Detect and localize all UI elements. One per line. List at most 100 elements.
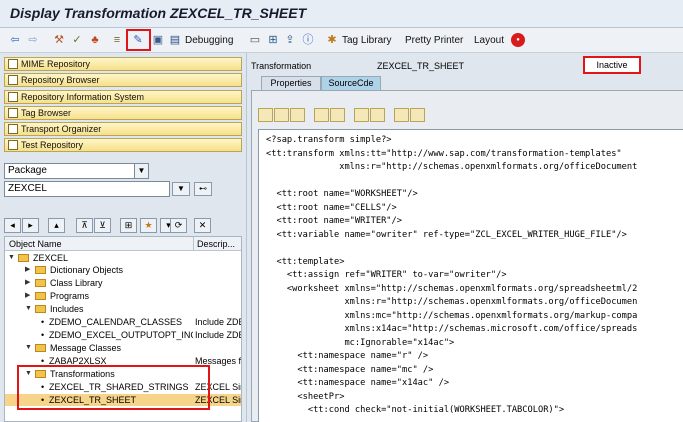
hierarchy-button[interactable]: ⊞: [120, 218, 137, 233]
download-icon[interactable]: [410, 108, 425, 122]
package-name-input[interactable]: ZEXCEL: [4, 181, 170, 197]
package-name-value: ZEXCEL: [8, 183, 47, 194]
code-line: <tt:namespace name="r" />: [266, 351, 429, 361]
tree-row-includes[interactable]: ▼ Includes: [5, 303, 241, 315]
expand-triangle-icon[interactable]: ▶: [25, 277, 30, 289]
document-icon: ▭: [249, 34, 261, 46]
tree-row-message-classes[interactable]: ▼ Message Classes: [5, 342, 241, 354]
expand-triangle-icon[interactable]: ▼: [8, 252, 15, 264]
tree-row-label: Dictionary Objects: [50, 265, 124, 275]
chevron-down-icon[interactable]: ▼: [134, 164, 148, 178]
nav-repository-information-system[interactable]: Repository Information System: [4, 90, 242, 104]
bullet-icon: •: [41, 317, 45, 327]
paste-icon[interactable]: [290, 108, 305, 122]
editor-pane: Transformation ZEXCEL_TR_SHEET Inactive …: [246, 53, 683, 422]
column-description[interactable]: Descrip...: [197, 239, 235, 249]
info-button[interactable]: ⓘ: [301, 32, 315, 48]
tag-library-label: Tag Library: [342, 34, 392, 46]
tree-row-label: ZDEMO_CALENDAR_CLASSES: [49, 317, 183, 327]
nav-repository-browser[interactable]: Repository Browser: [4, 73, 242, 87]
next-object-button[interactable]: ▸: [22, 218, 39, 233]
debug-icon: ▤: [169, 34, 181, 46]
tree-row-programs[interactable]: ▶ Programs: [5, 290, 241, 302]
where-used-button[interactable]: ≡: [110, 32, 124, 48]
debugging-button[interactable]: ▤ Debugging: [168, 32, 234, 48]
column-divider[interactable]: [193, 237, 194, 251]
object-type-value: Package: [8, 165, 47, 176]
bullet-icon: •: [41, 330, 45, 340]
up-level-button[interactable]: ▴: [48, 218, 65, 233]
status-text: Inactive: [596, 60, 628, 70]
expand-triangle-icon[interactable]: ▶: [25, 264, 30, 276]
refresh-button[interactable]: ⟳: [170, 218, 187, 233]
favorites-button[interactable]: ★: [140, 218, 157, 233]
upload-button[interactable]: ⇪: [283, 32, 297, 48]
hierarchy-icon: ⊞: [124, 220, 133, 230]
info-icon: ⓘ: [302, 34, 314, 46]
nav-test-repository[interactable]: Test Repository: [4, 138, 242, 152]
code-line: <tt:namespace name="mc" />: [266, 364, 434, 375]
tree-row-desc: Include ZDE: [195, 317, 242, 327]
tree-row-label: Message Classes: [50, 343, 122, 353]
find-next-icon[interactable]: [370, 108, 385, 122]
back-button[interactable]: ⇦: [8, 32, 22, 48]
expand-button[interactable]: ⊻: [94, 218, 111, 233]
source-code-editor[interactable]: <?sap.transform simple?> <tt:transform xm…: [258, 129, 683, 422]
expand-triangle-icon[interactable]: ▶: [25, 290, 30, 302]
display-button[interactable]: ⊷: [194, 182, 212, 196]
collapse-button[interactable]: ⊼: [76, 218, 93, 233]
find-icon[interactable]: [354, 108, 369, 122]
cut-icon[interactable]: [258, 108, 273, 122]
collapse-triangle-icon[interactable]: ▼: [25, 342, 32, 354]
undo-icon[interactable]: [314, 108, 329, 122]
hierarchy-view-button[interactable]: ⊞: [266, 32, 280, 48]
collapse-triangle-icon[interactable]: ▼: [25, 303, 32, 315]
nav-transport-organizer[interactable]: Transport Organizer: [4, 122, 242, 136]
redo-icon[interactable]: [330, 108, 345, 122]
debugging-label: Debugging: [185, 34, 234, 46]
tree-row-class-library[interactable]: ▶ Class Library: [5, 277, 241, 289]
editor-container: <?sap.transform simple?> <tt:transform xm…: [251, 90, 683, 422]
tree-row-label: ZEXCEL: [33, 253, 69, 263]
tag-library-button[interactable]: ✱ Tag Library: [325, 32, 391, 48]
code-line: <tt:namespace name="x14ac" />: [266, 378, 450, 388]
pretty-printer-button[interactable]: Pretty Printer: [402, 32, 463, 48]
code-line: <?sap.transform simple?>: [266, 135, 392, 145]
insert-icon[interactable]: [394, 108, 409, 122]
tree-row-dictionary-objects[interactable]: ▶ Dictionary Objects: [5, 264, 241, 276]
edit-button-highlight: [126, 29, 151, 51]
package-dropdown-button[interactable]: ▼: [172, 182, 190, 196]
nav-tag-browser[interactable]: Tag Browser: [4, 106, 242, 120]
display-object-list-button[interactable]: ▣: [151, 32, 165, 48]
arrow-right-icon: ⇨: [28, 34, 38, 46]
object-type-select[interactable]: Package ▼: [4, 163, 149, 179]
layout-button[interactable]: Layout: [471, 32, 504, 48]
tree-row-label: Class Library: [50, 278, 103, 288]
column-object-name[interactable]: Object Name: [9, 239, 62, 249]
nav-mime-repository[interactable]: MIME Repository: [4, 57, 242, 71]
nav-label: Tag Browser: [21, 108, 72, 118]
transformations-highlight: [17, 365, 210, 410]
tree-toolbar: ◂ ▸ ▴ ⊼ ⊻ ⊞ ★ ▾ ⟳ ✕: [0, 218, 246, 234]
other-object-button[interactable]: ⚒: [52, 32, 66, 48]
hierarchy-button[interactable]: ♣: [88, 32, 102, 48]
stop-button[interactable]: ●: [511, 32, 525, 48]
tree-row-include[interactable]: • ZDEMO_EXCEL_OUTPUTOPT_INCL Include ZDE: [5, 329, 241, 341]
close-tree-button[interactable]: ✕: [194, 218, 211, 233]
previous-object-button[interactable]: ◂: [4, 218, 21, 233]
code-line: xmlns:r="http://schemas.openxmlformats.o…: [266, 162, 638, 172]
tree-icon: ⊞: [268, 34, 278, 46]
copy-icon[interactable]: [274, 108, 289, 122]
arrow-left-icon: ⇦: [10, 34, 20, 46]
tree-row-label: Includes: [50, 304, 84, 314]
tab-source-code[interactable]: SourceCde: [321, 76, 381, 90]
check-button[interactable]: ✓: [70, 32, 84, 48]
tab-properties[interactable]: Properties: [261, 76, 321, 90]
tree-row-include[interactable]: • ZDEMO_CALENDAR_CLASSES Include ZDE: [5, 316, 242, 328]
stop-icon: ●: [511, 33, 525, 47]
forward-button[interactable]: ⇨: [26, 32, 40, 48]
tree-row-package[interactable]: ▼ ZEXCEL: [5, 252, 241, 264]
code-line: <tt:variable name="owriter" ref-type="ZC…: [266, 229, 627, 240]
check-icon: ✓: [72, 34, 82, 46]
copy-button[interactable]: ▭: [248, 32, 262, 48]
